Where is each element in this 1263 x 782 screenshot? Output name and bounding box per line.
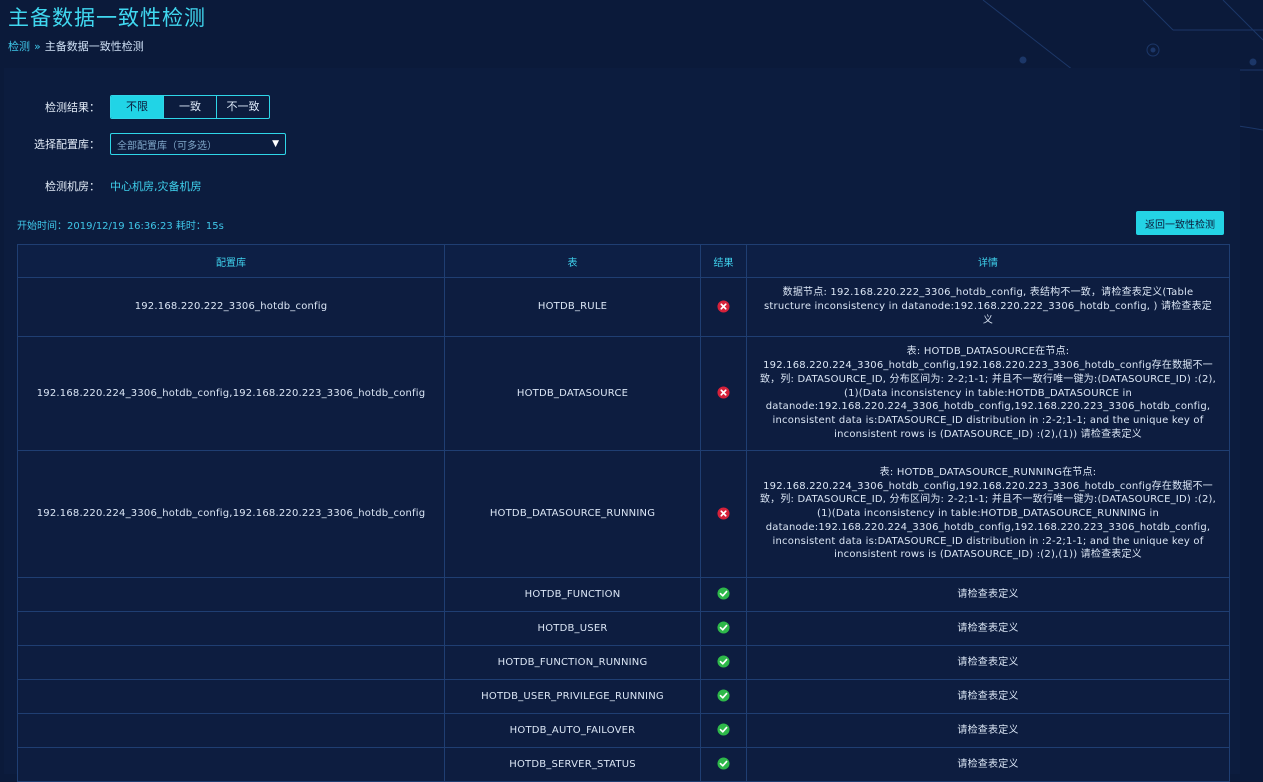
cell-detail: 请检查表定义 xyxy=(746,679,1230,714)
cell-config: 192.168.220.222_3306_hotdb_config xyxy=(17,277,445,337)
cell-result xyxy=(700,611,747,646)
table-row: HOTDB_USER_PRIVILEGE_RUNNING 请检查表定义 xyxy=(17,679,1230,714)
cell-config xyxy=(17,645,445,680)
cell-table: HOTDB_AUTO_FAILOVER xyxy=(444,713,701,748)
check-circle-icon xyxy=(717,587,730,600)
cell-result xyxy=(700,713,747,748)
config-filter-label: 选择配置库： xyxy=(34,138,100,151)
cell-config xyxy=(17,747,445,782)
table-row: HOTDB_USER 请检查表定义 xyxy=(17,611,1230,646)
cell-detail: 请检查表定义 xyxy=(746,645,1230,680)
cell-table: HOTDB_DATASOURCE xyxy=(444,336,701,451)
cell-detail: 请检查表定义 xyxy=(746,713,1230,748)
check-circle-icon xyxy=(717,621,730,634)
result-table: 配置库 表 结果 详情 192.168.220.222_3306_hotdb_c… xyxy=(17,244,1230,782)
cell-table: HOTDB_USER_PRIVILEGE_RUNNING xyxy=(444,679,701,714)
error-circle-icon xyxy=(717,300,730,313)
cell-detail: 请检查表定义 xyxy=(746,611,1230,646)
config-filter-row: 选择配置库： 全部配置库（可多选） ▼ xyxy=(4,133,286,155)
cell-table: HOTDB_FUNCTION_RUNNING xyxy=(444,645,701,680)
cell-table: HOTDB_FUNCTION xyxy=(444,577,701,612)
cell-table: HOTDB_USER xyxy=(444,611,701,646)
cell-result xyxy=(700,336,747,451)
table-row: 192.168.220.224_3306_hotdb_config,192.16… xyxy=(17,336,1230,451)
table-row: HOTDB_SERVER_STATUS 请检查表定义 xyxy=(17,747,1230,782)
table-row: 192.168.220.224_3306_hotdb_config,192.16… xyxy=(17,450,1230,578)
cell-config xyxy=(17,713,445,748)
table-row: 192.168.220.222_3306_hotdb_config HOTDB_R… xyxy=(17,277,1230,337)
cell-result xyxy=(700,577,747,612)
run-info: 开始时间：2019/12/19 16:36:23 耗时：15s xyxy=(17,221,224,232)
breadcrumb-link-detect[interactable]: 检测 xyxy=(8,40,30,53)
room-row: 检测机房： 中心机房,灾备机房 xyxy=(4,178,202,194)
result-filter-label: 检测结果： xyxy=(45,101,100,114)
cell-config: 192.168.220.224_3306_hotdb_config,192.16… xyxy=(17,450,445,578)
cell-detail: 数据节点: 192.168.220.222_3306_hotdb_config,… xyxy=(746,277,1230,337)
table-row: HOTDB_FUNCTION 请检查表定义 xyxy=(17,577,1230,612)
error-circle-icon xyxy=(717,386,730,399)
result-filter-row: 检测结果： 不限 一致 不一致 xyxy=(4,95,270,119)
cell-config xyxy=(17,577,445,612)
cell-table: HOTDB_RULE xyxy=(444,277,701,337)
room-value: 中心机房,灾备机房 xyxy=(110,180,202,193)
cell-config xyxy=(17,611,445,646)
table-row: HOTDB_AUTO_FAILOVER 请检查表定义 xyxy=(17,713,1230,748)
result-filter-group: 不限 一致 不一致 xyxy=(110,95,270,119)
result-filter-all[interactable]: 不限 xyxy=(111,96,164,118)
page-title: 主备数据一致性检测 xyxy=(8,6,206,30)
cell-table: HOTDB_DATASOURCE_RUNNING xyxy=(444,450,701,578)
cell-detail: 请检查表定义 xyxy=(746,577,1230,612)
cell-result xyxy=(700,450,747,578)
table-header-row: 配置库 表 结果 详情 xyxy=(17,244,1230,278)
config-select-placeholder: 全部配置库（可多选） xyxy=(117,140,217,152)
config-select[interactable]: 全部配置库（可多选） ▼ xyxy=(110,133,286,155)
cell-result xyxy=(700,645,747,680)
cell-result xyxy=(700,747,747,782)
breadcrumb-separator: » xyxy=(34,40,41,53)
cell-config: 192.168.220.224_3306_hotdb_config,192.16… xyxy=(17,336,445,451)
result-filter-consistent[interactable]: 一致 xyxy=(164,96,217,118)
cell-result xyxy=(700,679,747,714)
cell-table: HOTDB_SERVER_STATUS xyxy=(444,747,701,782)
check-circle-icon xyxy=(717,757,730,770)
cell-config xyxy=(17,679,445,714)
table-row: HOTDB_FUNCTION_RUNNING 请检查表定义 xyxy=(17,645,1230,680)
breadcrumb: 检测 » 主备数据一致性检测 xyxy=(8,38,144,54)
error-circle-icon xyxy=(717,507,730,520)
cell-detail: 表: HOTDB_DATASOURCE_RUNNING在节点: 192.168.… xyxy=(746,450,1230,578)
breadcrumb-current: 主备数据一致性检测 xyxy=(44,40,144,53)
check-circle-icon xyxy=(717,655,730,668)
column-header-config: 配置库 xyxy=(17,244,445,278)
column-header-result: 结果 xyxy=(700,244,747,278)
result-filter-inconsistent[interactable]: 不一致 xyxy=(217,96,269,118)
check-circle-icon xyxy=(717,689,730,702)
table-body: 192.168.220.222_3306_hotdb_config HOTDB_R… xyxy=(17,277,1230,782)
check-circle-icon xyxy=(717,723,730,736)
cell-detail: 请检查表定义 xyxy=(746,747,1230,782)
room-label: 检测机房： xyxy=(45,180,100,193)
cell-result xyxy=(700,277,747,337)
back-to-consistency-button[interactable]: 返回一致性检测 xyxy=(1136,211,1224,235)
caret-down-icon: ▼ xyxy=(272,139,279,149)
cell-detail: 表: HOTDB_DATASOURCE在节点: 192.168.220.224_… xyxy=(746,336,1230,451)
column-header-table: 表 xyxy=(444,244,701,278)
column-header-detail: 详情 xyxy=(746,244,1230,278)
